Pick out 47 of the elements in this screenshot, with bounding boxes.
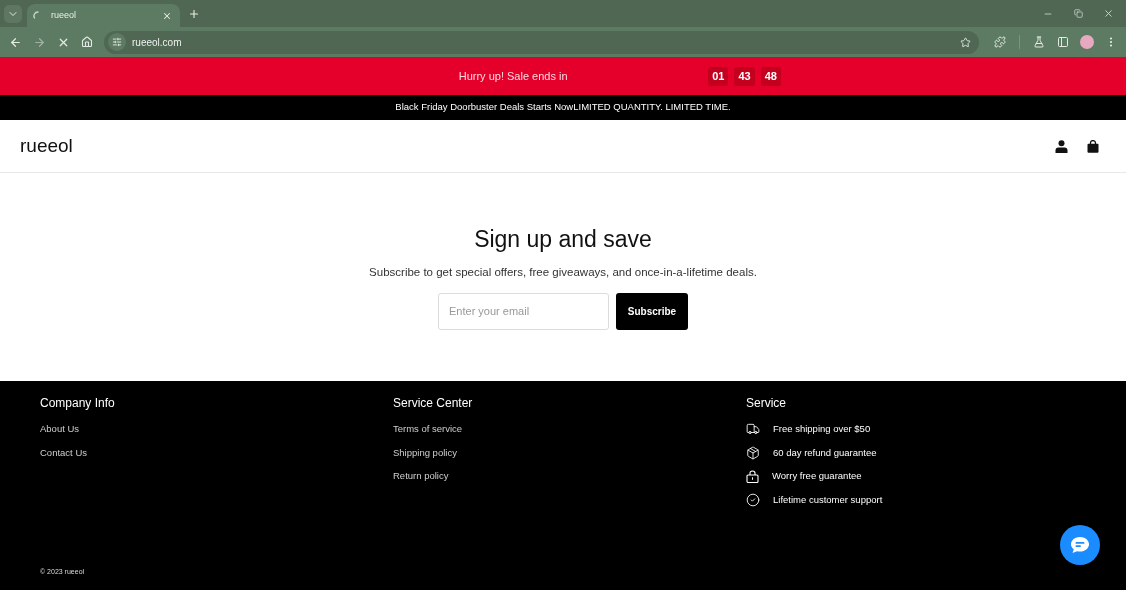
signup-subtitle: Subscribe to get special offers, free giveaways, and once-in-a-lifetime deals. xyxy=(369,265,757,281)
back-arrow-icon xyxy=(8,35,22,49)
countdown-value: 48 xyxy=(760,66,781,86)
subscribe-button[interactable]: Subscribe xyxy=(616,292,688,330)
footer-link[interactable]: Contact Us xyxy=(40,445,87,460)
footer-heading: Service xyxy=(746,395,786,411)
browser-tab[interactable]: rueeol xyxy=(27,4,180,27)
footer-heading: Company Info xyxy=(40,395,115,411)
store-logo[interactable]: rueeol xyxy=(20,131,73,161)
flask-icon xyxy=(1033,36,1045,48)
footer-link[interactable]: Return policy xyxy=(393,469,449,484)
side-panel-icon xyxy=(1057,36,1069,48)
footer-link[interactable]: Shipping policy xyxy=(393,445,457,460)
account-icon[interactable] xyxy=(1055,139,1068,153)
promo-text: Black Friday Doorbuster Deals Starts NowLIMITED QUANTITY. LIMITED TIME. xyxy=(395,100,731,115)
service-feature-text: Worry free guarantee xyxy=(772,469,862,484)
close-icon xyxy=(162,10,172,21)
close-icon xyxy=(1102,8,1114,19)
bookmark-star-icon[interactable] xyxy=(960,36,971,48)
service-feature-text: Lifetime customer support xyxy=(773,492,883,507)
footer-heading: Service Center xyxy=(393,395,473,411)
address-bar[interactable]: rueeol.com xyxy=(104,30,979,54)
service-feature-text: 60 day refund guarantee xyxy=(773,445,877,460)
footer-link[interactable]: Terms of service xyxy=(393,422,463,437)
truck-icon xyxy=(746,422,760,437)
site-settings-icon[interactable] xyxy=(108,33,126,51)
lock-icon xyxy=(746,469,759,483)
address-text: rueeol.com xyxy=(132,35,183,50)
email-field[interactable]: Enter your email xyxy=(438,292,609,330)
box-icon xyxy=(746,445,760,460)
signup-title: Sign up and save xyxy=(474,225,652,255)
service-feature-text: Free shipping over $50 xyxy=(773,422,871,437)
profile-avatar-icon[interactable] xyxy=(1080,35,1094,49)
chat-bubble-icon xyxy=(1070,536,1090,554)
forward-arrow-icon xyxy=(32,35,46,49)
tab-list-button[interactable] xyxy=(4,4,22,23)
sale-countdown-text: Hurry up! Sale ends in xyxy=(458,68,568,84)
countdown-value: 01 xyxy=(708,66,729,86)
plus-icon xyxy=(188,7,200,20)
check-circle-icon xyxy=(746,492,760,507)
puzzle-icon xyxy=(994,36,1006,48)
shopping-bag-icon[interactable] xyxy=(1087,139,1099,153)
restore-icon xyxy=(1073,9,1083,18)
tab-title: rueeol xyxy=(51,8,78,22)
home-icon xyxy=(81,36,93,48)
footer-link[interactable]: About Us xyxy=(40,422,80,437)
countdown-value: 43 xyxy=(734,66,755,86)
